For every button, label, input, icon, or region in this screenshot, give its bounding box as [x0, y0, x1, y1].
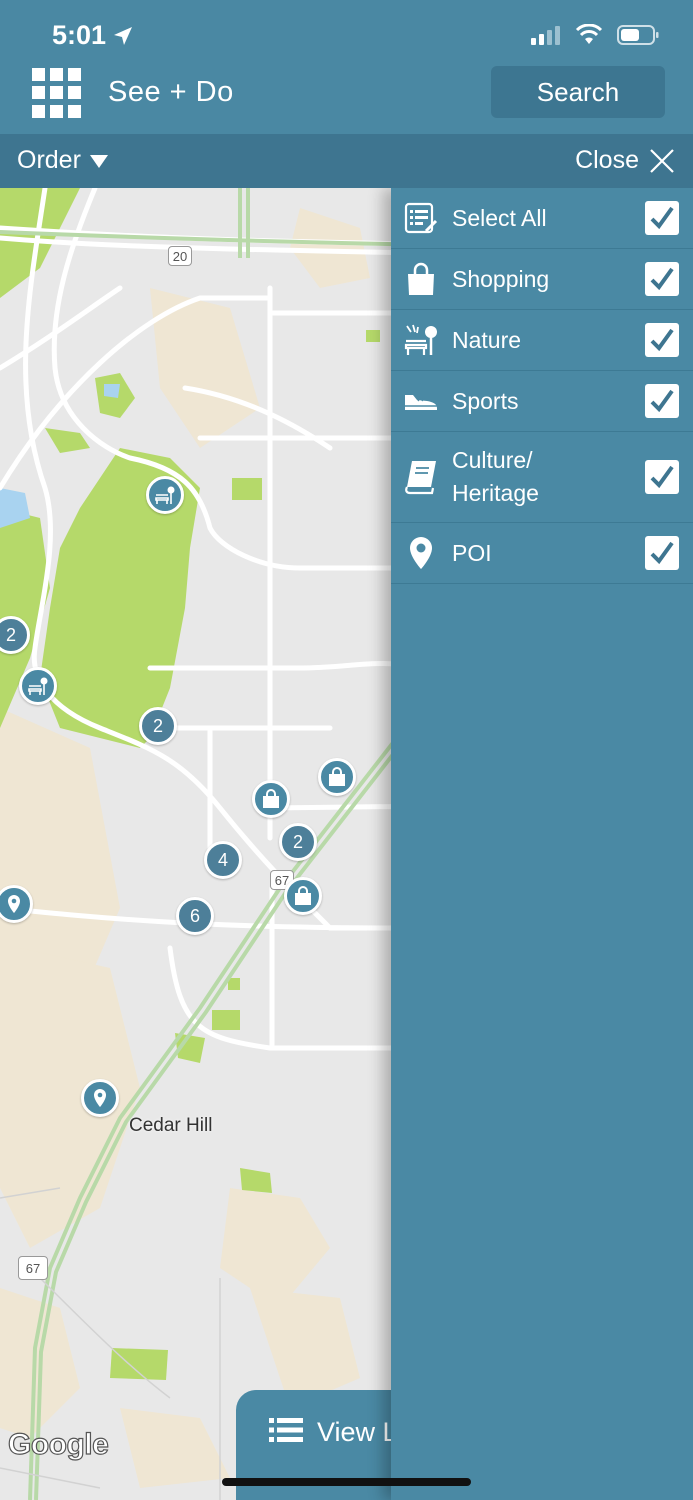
menu-grid-icon[interactable] — [32, 68, 82, 118]
nature-marker[interactable] — [19, 667, 57, 705]
shopping-marker[interactable] — [252, 780, 290, 818]
highway-20-shield: 20 — [168, 246, 192, 266]
nature-bench-icon — [403, 322, 439, 358]
shopping-marker[interactable] — [284, 877, 322, 915]
filter-bar: Order Close — [0, 134, 693, 188]
poi-marker[interactable] — [81, 1079, 119, 1117]
page-title: See + Do — [108, 76, 234, 108]
triangle-down-icon — [89, 154, 108, 168]
map-pin-icon — [403, 535, 439, 571]
order-dropdown[interactable]: Order — [17, 146, 109, 175]
filter-label: POI — [452, 539, 492, 566]
google-attribution: Google — [7, 1427, 109, 1461]
cluster-marker[interactable]: 2 — [139, 707, 177, 745]
filter-checkbox[interactable] — [645, 536, 679, 570]
location-arrow-icon — [114, 26, 133, 45]
checkmark-icon — [650, 465, 674, 489]
battery-icon — [617, 25, 659, 45]
list-icon — [403, 200, 439, 236]
cluster-marker[interactable]: 2 — [279, 823, 317, 861]
checkmark-icon — [650, 267, 674, 291]
cluster-marker[interactable]: 6 — [176, 897, 214, 935]
shopping-bag-icon — [403, 261, 439, 297]
book-icon — [403, 459, 439, 495]
filter-checkbox[interactable] — [645, 262, 679, 296]
map-pin-icon — [8, 895, 20, 913]
cluster-marker[interactable]: 4 — [204, 841, 242, 879]
filter-label: Culture/ Heritage — [452, 447, 539, 506]
highway-67-shield: 67 — [18, 1256, 48, 1280]
checkmark-icon — [650, 206, 674, 230]
close-icon — [650, 148, 674, 173]
map-pin-icon — [94, 1089, 106, 1107]
filter-row-poi[interactable]: POI — [391, 523, 693, 584]
filter-label: Select All — [452, 204, 547, 231]
nature-marker[interactable] — [146, 476, 184, 514]
shopping-bag-icon — [295, 886, 311, 905]
shopping-marker[interactable] — [318, 758, 356, 796]
checkmark-icon — [650, 541, 674, 565]
nature-bench-icon — [28, 677, 48, 695]
close-label: Close — [575, 146, 639, 174]
shopping-bag-icon — [329, 767, 345, 786]
close-button[interactable]: Close — [575, 146, 675, 175]
city-label: Cedar Hill — [129, 1115, 213, 1136]
filter-checkbox[interactable] — [645, 460, 679, 494]
filter-row-shopping[interactable]: Shopping — [391, 249, 693, 310]
checkmark-icon — [650, 328, 674, 352]
status-bar-indicators — [531, 24, 659, 46]
app-screen: 20 67 67 Cedar Hill 2 2 4 2 6 Google Vie… — [0, 0, 693, 1500]
filter-label: Nature — [452, 326, 522, 353]
filter-label: Sports — [452, 387, 519, 414]
filter-checkbox[interactable] — [645, 323, 679, 357]
header: 5:01 See + Do Search — [0, 0, 693, 134]
filter-row-select-all[interactable]: Select All — [391, 188, 693, 249]
app-bar: See + Do Search — [0, 60, 693, 130]
checkmark-icon — [650, 389, 674, 413]
nature-bench-icon — [155, 486, 175, 504]
filter-row-sports[interactable]: Sports — [391, 371, 693, 432]
list-icon — [269, 1417, 303, 1443]
status-time: 5:01 — [52, 20, 107, 50]
filter-checkbox[interactable] — [645, 201, 679, 235]
shopping-bag-icon — [263, 789, 279, 808]
filter-row-nature[interactable]: Nature — [391, 310, 693, 371]
status-bar-time: 5:01 — [52, 20, 134, 51]
view-list-label: View L — [317, 1417, 398, 1447]
filter-row-culture-heritage[interactable]: Culture/ Heritage — [391, 432, 693, 523]
search-button[interactable]: Search — [491, 66, 665, 118]
category-filter-panel: Select All Shopping Nature Sports Cultur… — [391, 188, 693, 1500]
filter-checkbox[interactable] — [645, 384, 679, 418]
signal-icon — [531, 26, 560, 45]
sneaker-icon — [403, 383, 439, 419]
order-label: Order — [17, 146, 81, 174]
wifi-icon — [575, 24, 603, 44]
home-indicator — [222, 1478, 471, 1486]
filter-label: Shopping — [452, 265, 550, 292]
